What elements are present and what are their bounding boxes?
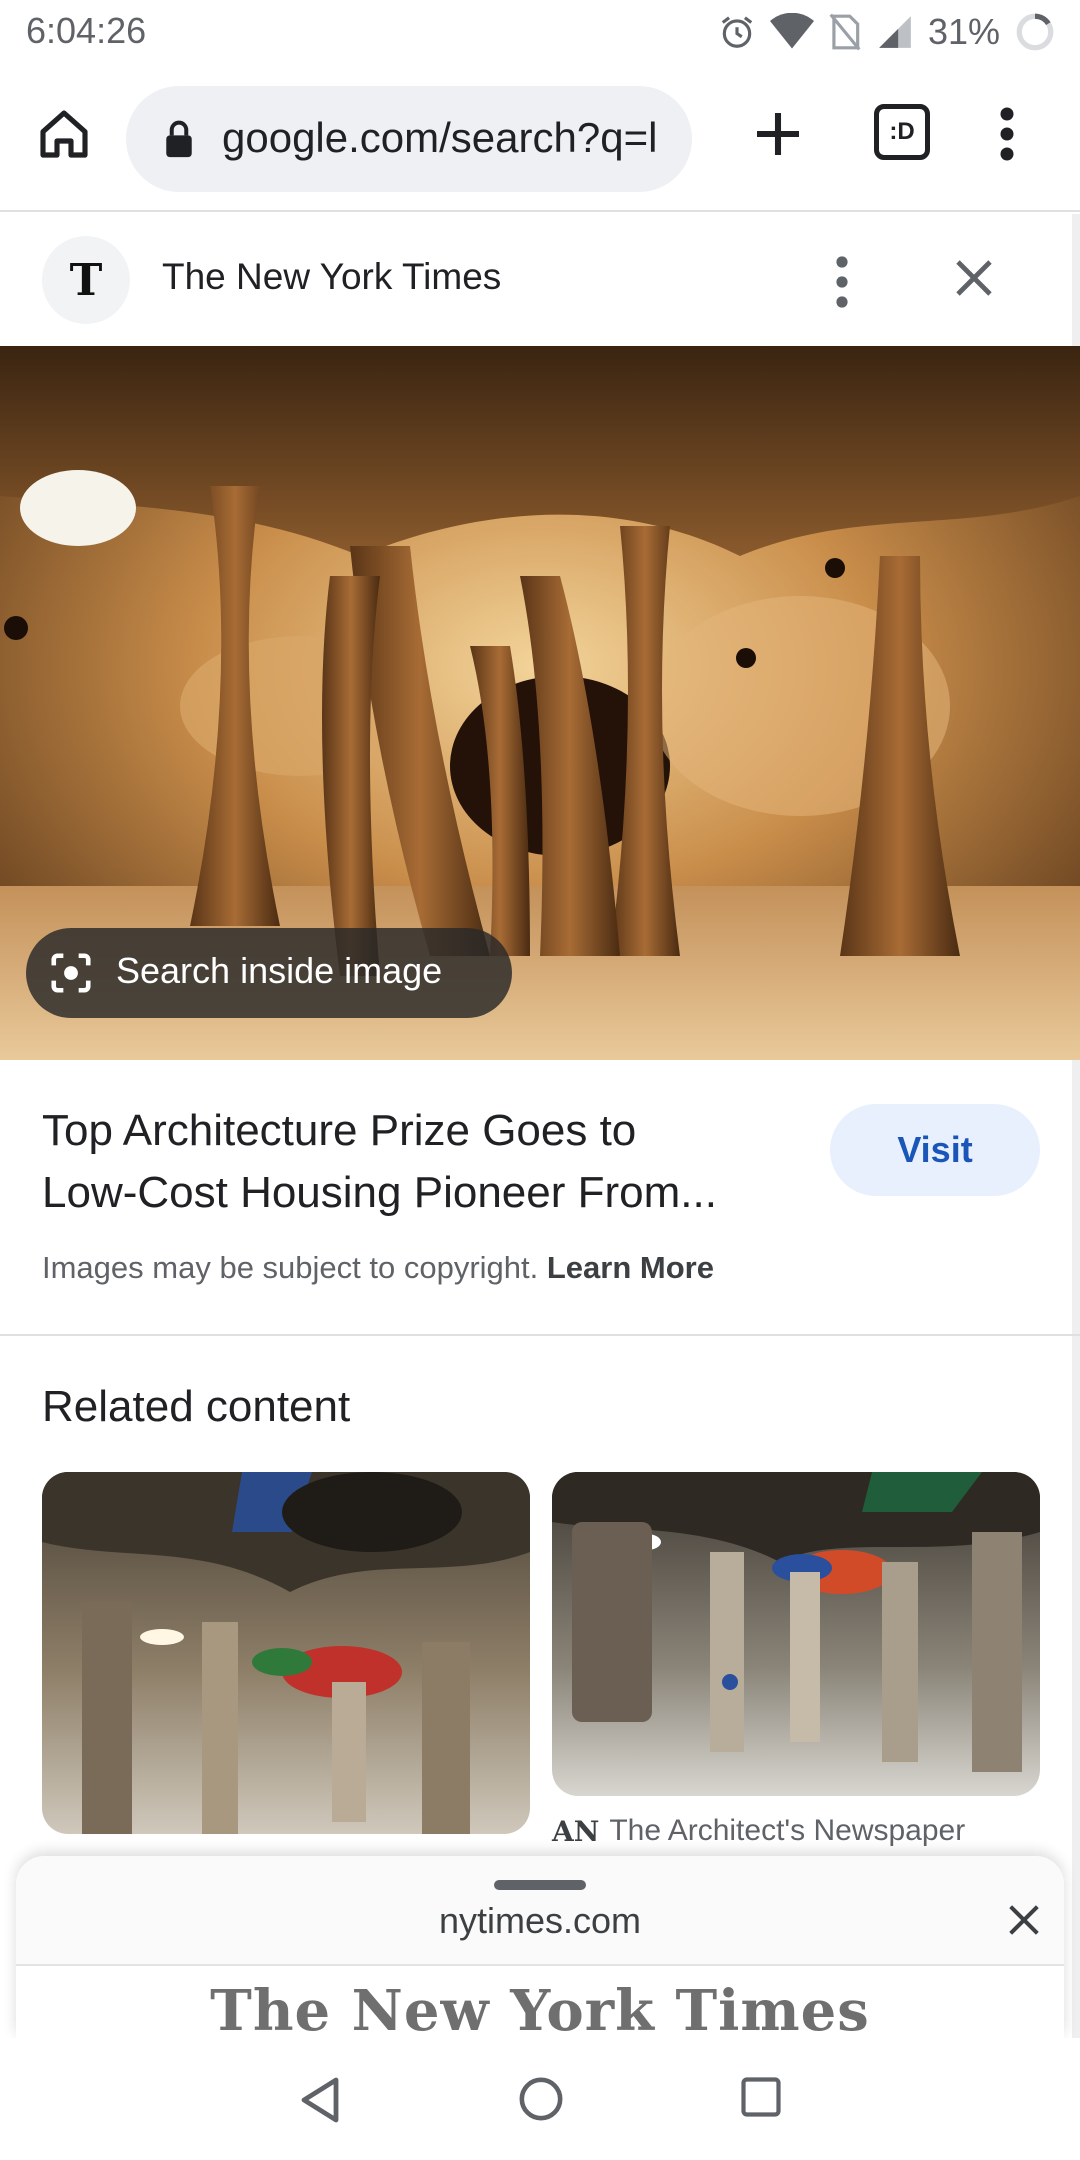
related-image-card[interactable] [42,1472,530,1834]
related-source-name: The Architect's Newspaper [609,1814,966,1847]
wifi-icon [769,13,814,49]
close-icon[interactable] [950,254,998,302]
status-bar: 6:04:26 31% [0,0,1080,64]
no-sim-icon [829,13,861,51]
more-vert-icon[interactable] [990,104,1024,164]
home-icon[interactable] [36,106,92,162]
search-inside-label: Search inside image [116,950,443,991]
status-time: 6:04:26 [26,10,147,51]
nyt-logo[interactable]: T [42,236,130,324]
tab-switcher-button[interactable]: :D [874,104,930,160]
url-text[interactable]: google.com/search?q=l [222,114,662,162]
learn-more-link[interactable]: Learn More [547,1250,714,1285]
home-circle-icon[interactable] [518,2076,564,2122]
back-icon[interactable] [298,2076,342,2124]
related-image-2 [552,1472,1040,1796]
source-header: T The New York Times [0,214,1070,346]
result-title-line-1[interactable]: Top Architecture Prize Goes to [42,1100,822,1162]
related-image-1 [42,1472,530,1834]
copyright-text: Images may be subject to copyright. [42,1250,539,1285]
related-image-card[interactable] [552,1472,1040,1796]
copyright-notice: Images may be subject to copyright. Lear… [42,1250,714,1286]
sheet-page-preview[interactable]: The New York Times [16,1964,1064,2038]
related-source[interactable]: AN The Architect's Newspaper [552,1814,965,1848]
address-bar[interactable]: google.com/search?q=l [126,86,692,192]
an-logo: AN [552,1814,600,1848]
status-icons: 31% [718,8,1056,56]
battery-icon [1016,13,1054,51]
result-title-line-2[interactable]: Low-Cost Housing Pioneer From... [42,1162,822,1224]
plus-icon[interactable] [750,106,806,162]
more-vert-icon[interactable] [830,254,854,310]
signal-icon [879,16,911,48]
battery-percent: 31% [927,11,1000,52]
lens-icon [51,953,91,993]
divider [0,1334,1080,1336]
browser-toolbar: google.com/search?q=l :D [0,64,1080,212]
lock-icon [166,120,192,158]
main-image[interactable]: Search inside image [0,346,1080,1060]
visit-button[interactable]: Visit [830,1104,1040,1196]
recents-icon[interactable] [740,2076,782,2118]
sheet-domain: nytimes.com [438,1900,642,1941]
related-content-heading: Related content [42,1382,351,1431]
drag-handle[interactable] [494,1880,586,1890]
result-title[interactable]: Top Architecture Prize Goes to Low-Cost … [42,1100,822,1224]
close-icon[interactable] [1004,1900,1044,1940]
nyt-masthead: The New York Times [210,1978,870,2038]
source-name[interactable]: The New York Times [162,256,501,298]
alarm-icon [721,16,753,48]
preview-bottom-sheet[interactable]: nytimes.com The New York Times [16,1856,1064,2038]
system-nav-bar [0,2038,1080,2160]
search-inside-image-button[interactable]: Search inside image [26,928,512,1018]
